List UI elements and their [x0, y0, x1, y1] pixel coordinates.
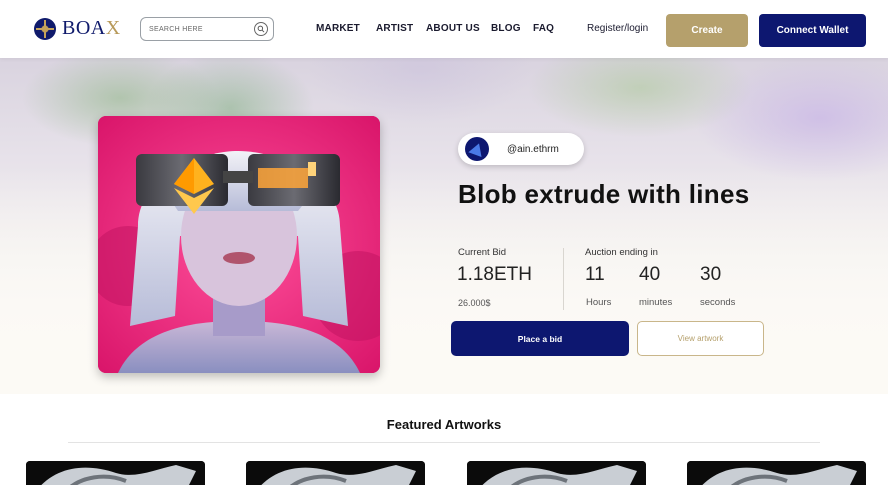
- featured-artwork-card[interactable]: [687, 461, 866, 485]
- nav-artist[interactable]: ARTIST: [376, 23, 413, 34]
- view-artwork-button[interactable]: View artwork: [637, 321, 764, 356]
- countdown-hours-unit: Hours: [586, 297, 612, 308]
- countdown-seconds-unit: seconds: [700, 297, 736, 308]
- current-bid-label: Current Bid: [458, 247, 507, 258]
- logo-text: BOAX: [62, 17, 121, 39]
- countdown-minutes-unit: minutes: [639, 297, 673, 308]
- countdown-seconds: 30: [700, 264, 722, 285]
- search-icon[interactable]: [254, 22, 268, 36]
- countdown-minutes: 40: [639, 264, 661, 285]
- featured-artwork-card[interactable]: [26, 461, 205, 485]
- nav-market[interactable]: MARKET: [316, 23, 360, 34]
- creator-avatar: [465, 137, 489, 161]
- creator-badge[interactable]: @ain.ethrm: [458, 133, 584, 165]
- current-bid-usd: 26.000$: [458, 298, 491, 308]
- connect-wallet-button[interactable]: Connect Wallet: [759, 14, 866, 47]
- hero-section: @ain.ethrm Blob extrude with lines Curre…: [0, 58, 888, 394]
- featured-artwork-card[interactable]: [467, 461, 646, 485]
- divider: [563, 248, 564, 310]
- search-box: [140, 17, 274, 41]
- featured-artworks-title: Featured Artworks: [386, 417, 502, 432]
- logo[interactable]: BOAX: [34, 17, 121, 40]
- section-divider: [68, 442, 820, 443]
- countdown-hours: 11: [585, 264, 605, 285]
- artwork-title: Blob extrude with lines: [458, 179, 750, 209]
- place-bid-button[interactable]: Place a bid: [451, 321, 629, 356]
- site-header: BOAX MARKET ARTIST ABOUT US BLOG FAQ Reg…: [0, 0, 888, 58]
- auction-ending-label: Auction ending in: [585, 247, 658, 258]
- creator-handle: @ain.ethrm: [507, 143, 559, 155]
- search-input[interactable]: [149, 25, 249, 33]
- featured-artwork-card[interactable]: [246, 461, 425, 485]
- create-button[interactable]: Create: [666, 14, 748, 47]
- nav-about-us[interactable]: ABOUT US: [426, 23, 480, 34]
- current-bid-value: 1.18ETH: [457, 264, 532, 285]
- featured-artwork-image[interactable]: [98, 116, 380, 373]
- nav-blog[interactable]: BLOG: [491, 23, 521, 34]
- register-login-link[interactable]: Register/login: [587, 23, 648, 34]
- compass-logo-icon: [34, 17, 56, 40]
- nav-faq[interactable]: FAQ: [533, 23, 554, 34]
